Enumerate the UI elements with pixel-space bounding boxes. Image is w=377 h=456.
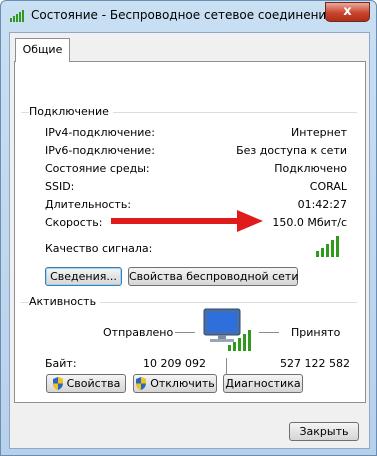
uac-shield-icon — [136, 377, 147, 390]
speed-label: Скорость: — [45, 216, 103, 229]
wifi-signal-icon — [10, 10, 24, 22]
title-bar[interactable]: Состояние - Беспроводное сетевое соедине… — [1, 1, 376, 31]
received-label: Принято — [291, 326, 341, 339]
window-close-button[interactable]: x — [325, 2, 370, 22]
media-state-value: Подключено — [274, 162, 347, 175]
properties-button[interactable]: Свойства — [46, 374, 126, 393]
close-button[interactable]: Закрыть — [289, 422, 359, 441]
disable-button-label: Отключить — [150, 377, 215, 390]
signal-strength-icon — [316, 236, 339, 257]
bytes-received-value: 527 122 582 — [280, 357, 350, 370]
red-arrow-annotation — [111, 210, 263, 232]
sent-line — [175, 332, 195, 333]
ssid-label: SSID: — [45, 180, 75, 193]
tab-panel-general: Подключение IPv4-подключение: Интернет I… — [14, 61, 366, 403]
ipv4-label: IPv4-подключение: — [45, 126, 155, 139]
speed-value: 150.0 Мбит/с — [272, 216, 347, 229]
ipv6-label: IPv6-подключение: — [45, 144, 155, 157]
bytes-label: Байт: — [45, 357, 77, 370]
bytes-sent-value: 10 209 092 — [143, 357, 206, 370]
ssid-value: CORAL — [309, 180, 347, 193]
network-computer-icon — [203, 308, 251, 351]
ipv6-value: Без доступа к сети — [236, 144, 347, 157]
close-icon: x — [343, 4, 352, 19]
sent-label: Отправлено — [103, 326, 174, 339]
diagnose-button[interactable]: Диагностика — [223, 374, 303, 393]
media-state-label: Состояние среды: — [45, 162, 150, 175]
duration-value: 01:42:27 — [297, 198, 347, 211]
signal-quality-label: Качество сигнала: — [45, 242, 153, 255]
wireless-properties-button[interactable]: Свойства беспроводной сети — [128, 267, 298, 286]
window-title: Состояние - Беспроводное сетевое соедине… — [31, 8, 334, 22]
properties-button-label: Свойства — [66, 377, 121, 390]
status-window: Состояние - Беспроводное сетевое соедине… — [0, 0, 377, 456]
disable-button[interactable]: Отключить — [133, 374, 217, 393]
tab-general[interactable]: Общие — [15, 38, 70, 62]
details-button[interactable]: Сведения... — [45, 267, 122, 286]
received-line — [259, 332, 279, 333]
uac-shield-icon — [52, 377, 63, 390]
activity-heading: Активность — [29, 295, 101, 308]
connection-heading: Подключение — [29, 105, 113, 118]
ipv4-value: Интернет — [291, 126, 347, 139]
dialog-client-area: Общие Подключение IPv4-подключение: Инте… — [9, 32, 370, 449]
